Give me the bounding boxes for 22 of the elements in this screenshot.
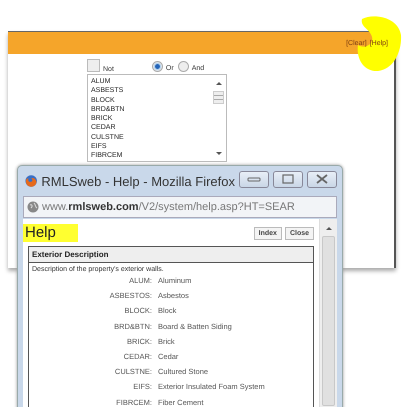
window-title: RMLSweb - Help - Mozilla Firefox	[41, 174, 235, 188]
help-heading: Help	[23, 224, 78, 242]
close-icon	[316, 174, 328, 184]
scroll-thumb[interactable]	[322, 236, 335, 406]
close-button[interactable]	[307, 170, 337, 188]
minimize-icon	[247, 175, 261, 183]
radio-button[interactable]	[178, 61, 189, 72]
radio-button[interactable]	[152, 61, 163, 72]
url-text: www.rmlsweb.com/V2/system/help.asp?HT=SEAR	[42, 201, 295, 213]
maximize-icon	[282, 174, 294, 184]
globe-icon	[27, 201, 39, 213]
scroll-thumb[interactable]	[213, 91, 224, 104]
scroll-up-icon[interactable]	[326, 227, 332, 230]
maximize-button[interactable]	[273, 170, 303, 188]
minimize-button[interactable]	[239, 170, 269, 188]
scrollbar[interactable]	[319, 219, 337, 407]
checkbox[interactable]	[87, 59, 100, 72]
scroll-down-icon[interactable]	[216, 152, 222, 155]
section-title: Exterior Description	[29, 247, 313, 263]
scroll-up-icon[interactable]	[216, 82, 222, 85]
address-bar[interactable]: www.rmlsweb.com/V2/system/help.asp?HT=SEAR	[23, 196, 337, 218]
browser-logo-icon	[25, 174, 38, 188]
